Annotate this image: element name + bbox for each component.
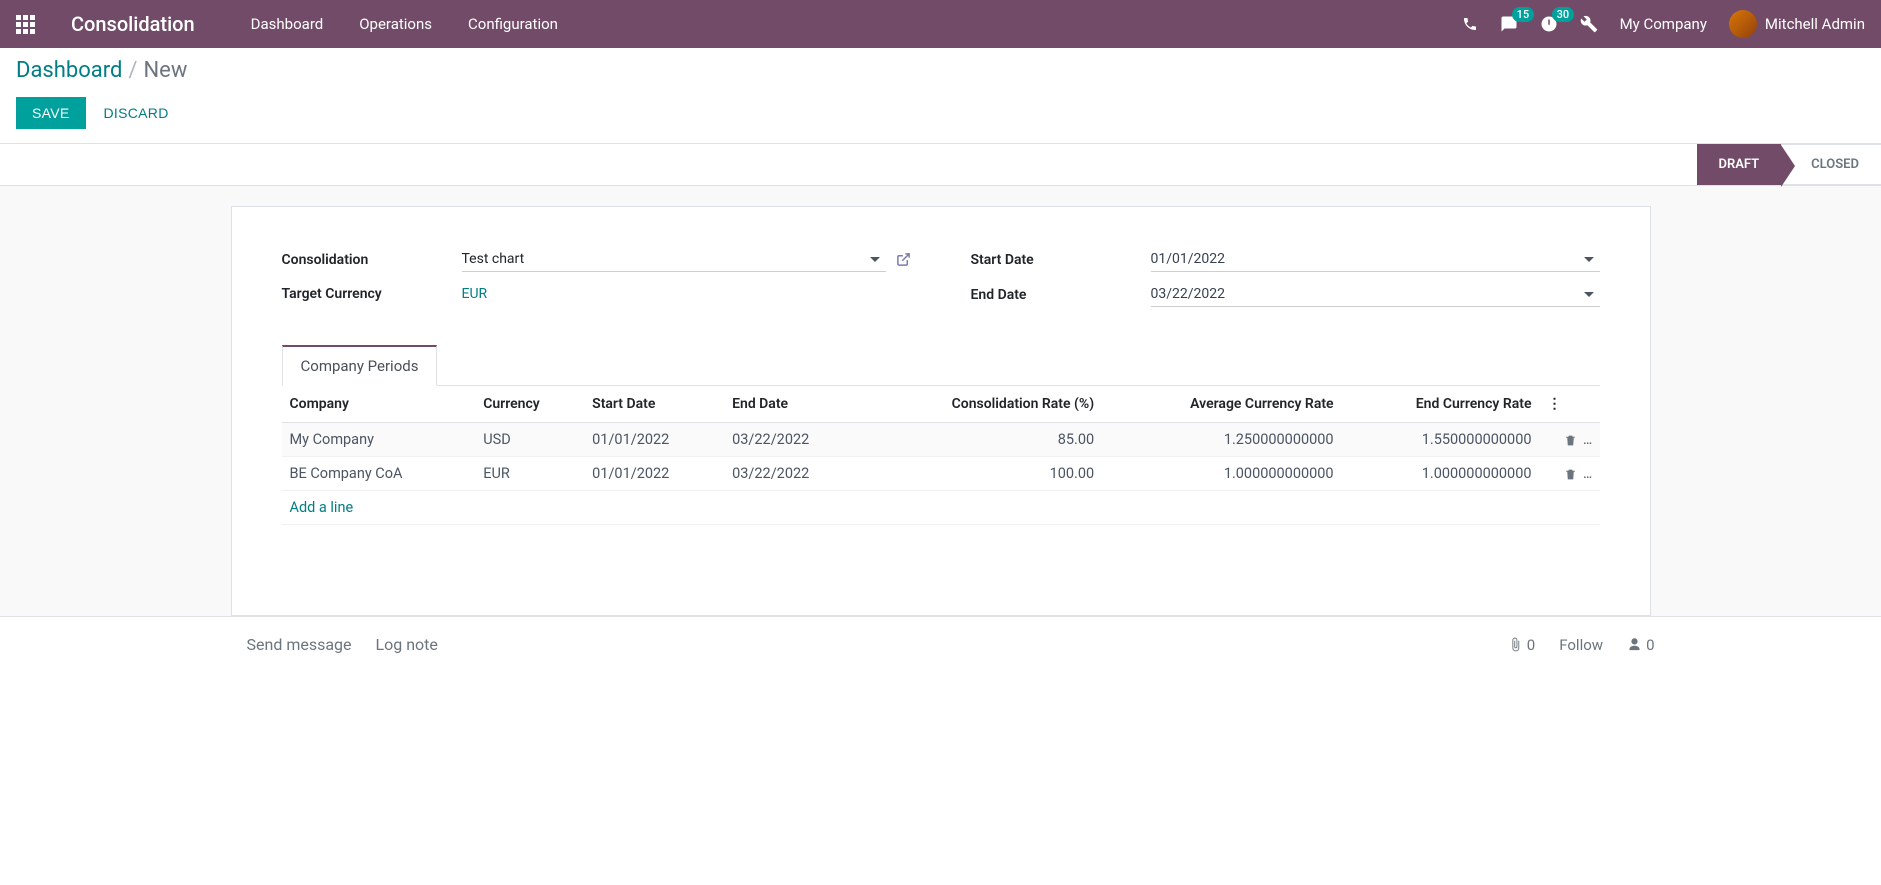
user-name: Mitchell Admin — [1765, 15, 1865, 33]
company-periods-table: Company Currency Start Date End Date Con… — [282, 386, 1600, 525]
cell-currency: USD — [475, 423, 584, 457]
chevron-down-icon[interactable] — [1584, 257, 1594, 262]
th-optional-menu[interactable]: ⋮ — [1540, 386, 1600, 423]
activity-badge: 30 — [1552, 7, 1575, 22]
table-row[interactable]: My Company USD 01/01/2022 03/22/2022 85.… — [282, 423, 1600, 457]
add-line-link[interactable]: Add a line — [290, 499, 354, 516]
consolidation-value: Test chart — [462, 251, 864, 267]
target-currency-value[interactable]: EUR — [462, 282, 911, 306]
cell-company: BE Company CoA — [282, 457, 476, 491]
consolidation-field[interactable]: Test chart — [462, 247, 886, 272]
th-end-date[interactable]: End Date — [724, 386, 864, 423]
nav-menu-configuration[interactable]: Configuration — [468, 15, 558, 33]
label-consolidation: Consolidation — [282, 252, 462, 268]
cell-rate: 100.00 — [864, 457, 1102, 491]
status-closed[interactable]: CLOSED — [1781, 144, 1881, 185]
end-date-value: 03/22/2022 — [1151, 286, 1578, 302]
nav-menu: Dashboard Operations Configuration — [251, 15, 558, 33]
discard-button[interactable]: DISCARD — [104, 105, 169, 121]
status-strip: DRAFT CLOSED — [0, 144, 1881, 186]
cell-company: My Company — [282, 423, 476, 457]
label-start-date: Start Date — [971, 252, 1151, 268]
th-start-date[interactable]: Start Date — [584, 386, 724, 423]
breadcrumb-root[interactable]: Dashboard — [16, 58, 122, 83]
breadcrumb-separator: / — [128, 58, 137, 83]
messaging-icon[interactable]: 15 — [1500, 15, 1518, 33]
followers-count: 0 — [1646, 636, 1654, 654]
external-link-icon[interactable] — [896, 252, 911, 268]
start-date-field[interactable]: 01/01/2022 — [1151, 247, 1600, 272]
control-panel: Dashboard / New SAVE DISCARD — [0, 48, 1881, 144]
row-more[interactable]: ... — [1583, 465, 1591, 482]
cell-end-date: 03/22/2022 — [724, 423, 864, 457]
app-brand: Consolidation — [71, 12, 195, 36]
th-company[interactable]: Company — [282, 386, 476, 423]
form-sheet: Consolidation Test chart Target Currency… — [231, 206, 1651, 616]
cell-end: 1.550000000000 — [1342, 423, 1540, 457]
user-menu[interactable]: Mitchell Admin — [1729, 10, 1865, 38]
cell-end-date: 03/22/2022 — [724, 457, 864, 491]
end-date-field[interactable]: 03/22/2022 — [1151, 282, 1600, 307]
chatter: Send message Log note 0 Follow 0 — [211, 617, 1671, 672]
cell-rate: 85.00 — [864, 423, 1102, 457]
cell-avg: 1.250000000000 — [1102, 423, 1341, 457]
label-target-currency: Target Currency — [282, 286, 462, 302]
followers-button[interactable]: 0 — [1627, 636, 1654, 654]
cell-currency: EUR — [475, 457, 584, 491]
label-end-date: End Date — [971, 287, 1151, 303]
nav-menu-operations[interactable]: Operations — [359, 15, 432, 33]
row-more[interactable]: ... — [1583, 431, 1591, 448]
debug-icon[interactable] — [1580, 15, 1598, 33]
attachments-button[interactable]: 0 — [1508, 636, 1535, 654]
follow-button[interactable]: Follow — [1559, 636, 1603, 654]
activity-icon[interactable]: 30 — [1540, 15, 1558, 33]
phone-icon[interactable] — [1462, 16, 1478, 32]
company-selector[interactable]: My Company — [1620, 15, 1707, 33]
breadcrumb-current: New — [143, 58, 187, 83]
messaging-badge: 15 — [1512, 7, 1535, 22]
send-message-button[interactable]: Send message — [247, 635, 352, 654]
start-date-value: 01/01/2022 — [1151, 251, 1578, 267]
add-line-row: Add a line — [282, 491, 1600, 525]
chevron-down-icon[interactable] — [1584, 292, 1594, 297]
user-icon — [1627, 637, 1642, 652]
attachments-count: 0 — [1527, 636, 1535, 654]
th-end-rate[interactable]: End Currency Rate — [1342, 386, 1540, 423]
tabs: Company Periods — [282, 345, 1600, 386]
trash-icon[interactable] — [1564, 431, 1581, 448]
table-row[interactable]: BE Company CoA EUR 01/01/2022 03/22/2022… — [282, 457, 1600, 491]
th-consolidation-rate[interactable]: Consolidation Rate (%) — [864, 386, 1102, 423]
cell-end: 1.000000000000 — [1342, 457, 1540, 491]
chevron-down-icon[interactable] — [870, 257, 880, 262]
cell-start-date: 01/01/2022 — [584, 457, 724, 491]
trash-icon[interactable] — [1564, 465, 1581, 482]
log-note-button[interactable]: Log note — [376, 635, 438, 654]
cell-start-date: 01/01/2022 — [584, 423, 724, 457]
status-draft[interactable]: DRAFT — [1697, 144, 1782, 185]
save-button[interactable]: SAVE — [16, 97, 86, 129]
apps-icon[interactable] — [16, 15, 35, 34]
th-avg-rate[interactable]: Average Currency Rate — [1102, 386, 1341, 423]
cell-avg: 1.000000000000 — [1102, 457, 1341, 491]
nav-menu-dashboard[interactable]: Dashboard — [251, 15, 324, 33]
breadcrumb: Dashboard / New — [16, 58, 1865, 83]
top-navbar: Consolidation Dashboard Operations Confi… — [0, 0, 1881, 48]
tab-company-periods[interactable]: Company Periods — [282, 345, 438, 386]
th-currency[interactable]: Currency — [475, 386, 584, 423]
paperclip-icon — [1508, 637, 1523, 652]
avatar-icon — [1729, 10, 1757, 38]
